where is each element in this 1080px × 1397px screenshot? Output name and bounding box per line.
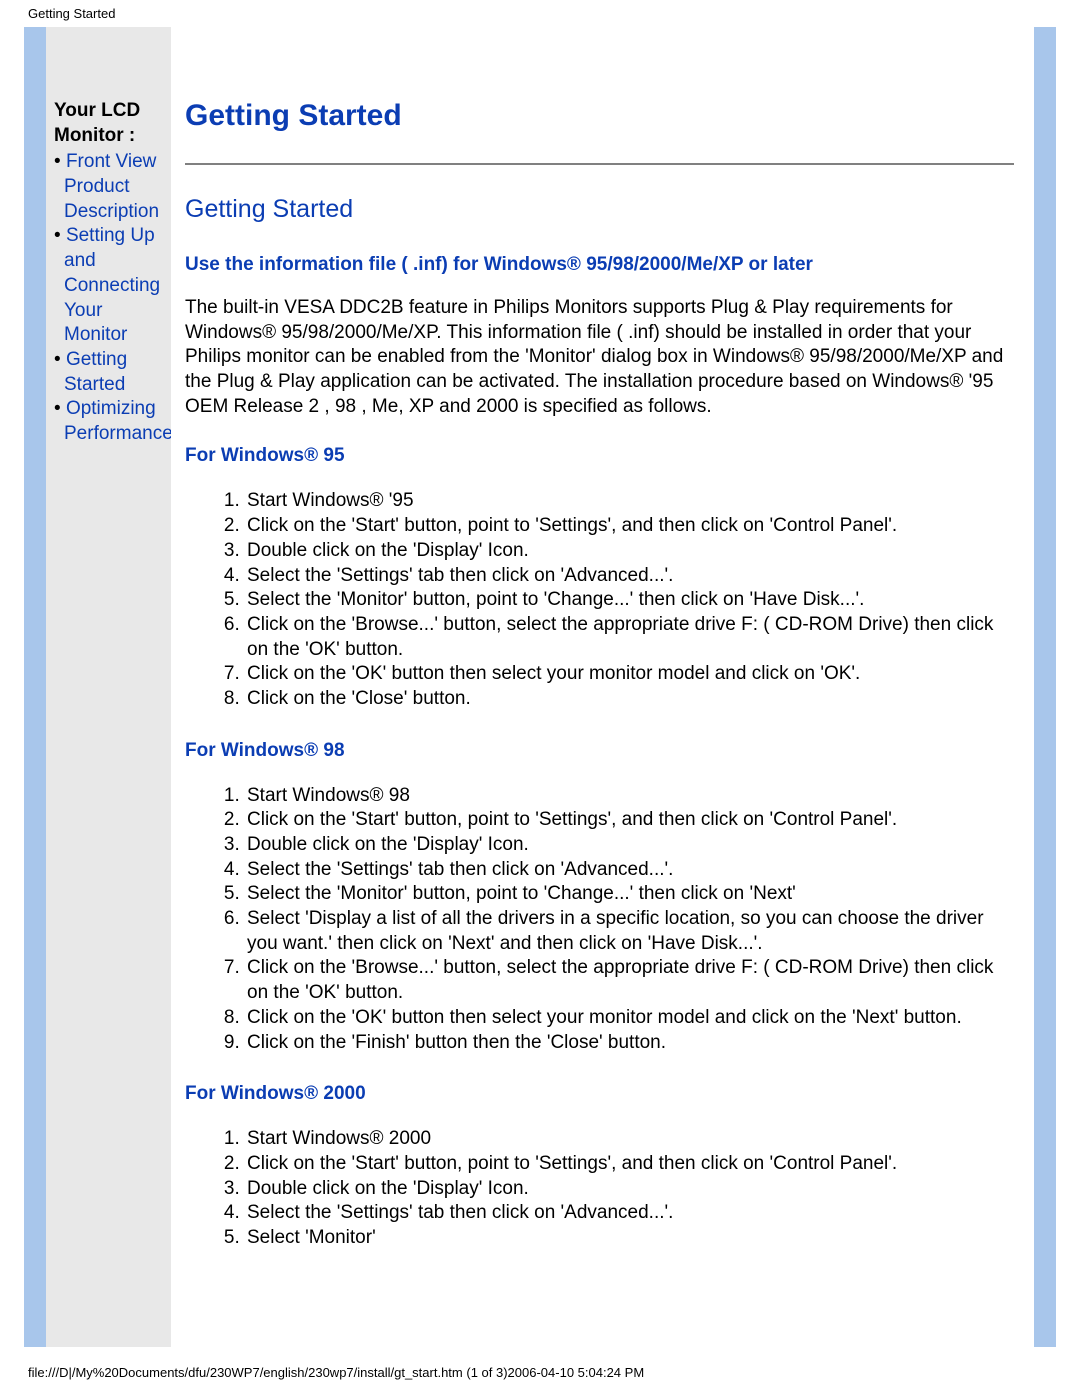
list-item: Select the 'Settings' tab then click on … [245, 1201, 1014, 1226]
list-item: Double click on the 'Display' Icon. [245, 1177, 1014, 1202]
list-item: Select 'Monitor' [245, 1226, 1014, 1251]
list-item: Select the 'Monitor' button, point to 'C… [245, 588, 1014, 613]
page-title: Getting Started [185, 99, 1014, 133]
section-heading: Getting Started [185, 195, 1014, 224]
list-item: Double click on the 'Display' Icon. [245, 539, 1014, 564]
sidebar-item-front-view[interactable]: • Front View Product Description [54, 150, 171, 224]
list-item: Select 'Display a list of all the driver… [245, 907, 1014, 956]
bullet-icon: • [54, 349, 66, 370]
list-item: Double click on the 'Display' Icon. [245, 833, 1014, 858]
sidebar-link-label: Optimizing Performance [64, 398, 173, 444]
bullet-icon: • [54, 225, 66, 246]
list-item: Click on the 'Browse...' button, select … [245, 956, 1014, 1005]
sidebar-item-getting-started[interactable]: • Getting Started [54, 348, 171, 397]
list-item: Click on the 'Start' button, point to 'S… [245, 808, 1014, 833]
win2k-title: For Windows® 2000 [185, 1083, 1014, 1105]
intro-paragraph: The built-in VESA DDC2B feature in Phili… [185, 296, 1014, 419]
list-item: Start Windows® 98 [245, 784, 1014, 809]
main-content: Getting Started Getting Started Use the … [171, 27, 1034, 1347]
inf-heading: Use the information file ( .inf) for Win… [185, 254, 1014, 276]
list-item: Select the 'Settings' tab then click on … [245, 858, 1014, 883]
sidebar: Your LCD Monitor : • Front View Product … [46, 27, 171, 1347]
list-item: Start Windows® '95 [245, 489, 1014, 514]
win95-title: For Windows® 95 [185, 445, 1014, 467]
sidebar-link-label: Setting Up and Connecting Your Monitor [64, 225, 160, 345]
list-item: Click on the 'Browse...' button, select … [245, 613, 1014, 662]
sidebar-nav: • Front View Product Description • Setti… [54, 150, 171, 446]
footer-meta: file:///D|/My%20Documents/dfu/230WP7/eng… [0, 1347, 1080, 1380]
list-item: Start Windows® 2000 [245, 1127, 1014, 1152]
sidebar-title: Your LCD Monitor : [54, 99, 171, 148]
bullet-icon: • [54, 398, 66, 419]
list-item: Click on the 'OK' button then select you… [245, 1006, 1014, 1031]
win98-steps: Start Windows® 98 Click on the 'Start' b… [245, 784, 1014, 1056]
list-item: Click on the 'OK' button then select you… [245, 662, 1014, 687]
divider [185, 163, 1014, 165]
win98-title: For Windows® 98 [185, 740, 1014, 762]
header-meta: Getting Started [0, 0, 1080, 27]
win2k-steps: Start Windows® 2000 Click on the 'Start'… [245, 1127, 1014, 1250]
sidebar-item-setting-up[interactable]: • Setting Up and Connecting Your Monitor [54, 224, 171, 347]
list-item: Click on the 'Close' button. [245, 687, 1014, 712]
list-item: Click on the 'Finish' button then the 'C… [245, 1031, 1014, 1056]
list-item: Select the 'Monitor' button, point to 'C… [245, 882, 1014, 907]
sidebar-link-label: Front View Product Description [64, 151, 159, 221]
list-item: Click on the 'Start' button, point to 'S… [245, 1152, 1014, 1177]
list-item: Select the 'Settings' tab then click on … [245, 564, 1014, 589]
list-item: Click on the 'Start' button, point to 'S… [245, 514, 1014, 539]
win95-steps: Start Windows® '95 Click on the 'Start' … [245, 489, 1014, 711]
page-frame: Your LCD Monitor : • Front View Product … [24, 27, 1056, 1347]
sidebar-item-optimizing[interactable]: • Optimizing Performance [54, 397, 171, 446]
sidebar-link-label: Getting Started [64, 349, 127, 395]
bullet-icon: • [54, 151, 66, 172]
